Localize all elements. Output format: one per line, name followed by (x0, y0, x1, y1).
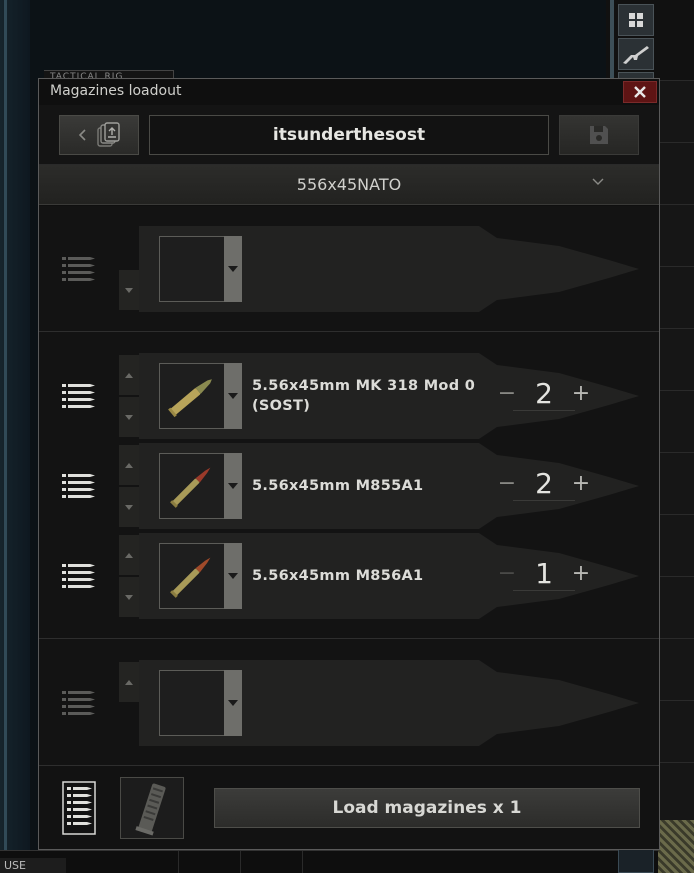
arrow-up-icon (125, 552, 133, 558)
ammo-slot-dropdown[interactable] (224, 236, 242, 302)
caret-down-icon (228, 266, 238, 272)
background-item-tile (658, 820, 694, 873)
presets-icon (97, 122, 120, 147)
dialog-footer: Load magazines x 1 (39, 766, 659, 849)
move-up-button[interactable] (119, 355, 139, 395)
reorder-arrows (119, 660, 139, 746)
reorder-arrows (119, 226, 139, 312)
caret-down-icon (228, 700, 238, 706)
background-inventory-grid (660, 80, 694, 820)
arrow-down-icon (125, 504, 133, 510)
use-tab[interactable]: USE (0, 858, 66, 873)
ammo-slot-empty[interactable] (159, 670, 225, 736)
arrow-up-icon (125, 462, 133, 468)
caret-down-icon (228, 393, 238, 399)
ammo-stack-icon (62, 564, 95, 588)
reorder-arrows (119, 533, 139, 619)
ammo-row-m856a1: 5.56x45mm M856A1 − 1 + (39, 533, 659, 619)
ammo-section-3 (39, 639, 659, 766)
increase-quantity-button[interactable]: + (571, 561, 591, 586)
ammo-slot-dropdown[interactable] (224, 543, 242, 609)
close-icon (634, 86, 646, 98)
dialog-title-bar[interactable]: Magazines loadout (39, 79, 659, 105)
ammo-slot[interactable] (159, 453, 225, 519)
caliber-dropdown[interactable]: 556x45NATO (39, 165, 659, 205)
dialog-title: Magazines loadout (50, 83, 182, 99)
cartridge-icon (168, 379, 212, 418)
reorder-arrows (119, 353, 139, 439)
increase-quantity-button[interactable]: + (571, 381, 591, 406)
arrow-up-icon (125, 372, 133, 378)
cartridge-icon (170, 557, 211, 598)
grid-view-button[interactable] (618, 4, 654, 36)
chevron-left-icon (78, 129, 86, 141)
quantity-value[interactable]: 1 (513, 557, 575, 591)
ammo-slot-empty[interactable] (159, 236, 225, 302)
ammo-row-mk318: 5.56x45mm MK 318 Mod 0 (SOST) − 2 + (39, 353, 659, 439)
caret-down-icon (228, 483, 238, 489)
magazines-loadout-dialog: Magazines loadout itsunderthesost 556x45… (38, 78, 660, 850)
ammo-section-1 (39, 206, 659, 332)
ammo-name: 5.56x45mm M856A1 (252, 568, 424, 584)
arrow-up-icon (125, 679, 133, 685)
close-button[interactable] (623, 81, 657, 103)
ammo-name: 5.56x45mm MK 318 Mod 0 (SOST) (252, 378, 476, 414)
grid-icon (629, 13, 643, 27)
arrow-down-icon (125, 287, 133, 293)
move-down-button[interactable] (119, 270, 139, 310)
ammo-name: 5.56x45mm M855A1 (252, 478, 424, 494)
magazine-loadout-icon (62, 781, 96, 835)
background-item-tile-blue (618, 846, 654, 873)
ammo-slot-dropdown[interactable] (224, 453, 242, 519)
ammo-row-empty (39, 660, 659, 746)
preset-name-field[interactable]: itsunderthesost (149, 115, 549, 155)
ammo-slot-dropdown[interactable] (224, 670, 242, 736)
preset-header: itsunderthesost (39, 105, 659, 165)
ammo-slot-dropdown[interactable] (224, 363, 242, 429)
ammo-row-empty (39, 226, 659, 312)
quantity-value[interactable]: 2 (513, 467, 575, 501)
save-icon (590, 126, 608, 144)
move-up-button[interactable] (119, 445, 139, 485)
ammo-stack-icon (62, 691, 95, 715)
caret-down-icon (228, 573, 238, 579)
background-bottom-cells (178, 851, 368, 873)
arrow-down-icon (125, 414, 133, 420)
move-down-button[interactable] (119, 397, 139, 437)
move-up-button[interactable] (119, 662, 139, 702)
magazine-icon (135, 783, 166, 836)
ammo-section-2: 5.56x45mm MK 318 Mod 0 (SOST) − 2 + 5.56… (39, 332, 659, 639)
magazine-thumbnail[interactable] (120, 777, 184, 839)
ammo-stack-icon (62, 257, 95, 281)
move-down-button[interactable] (119, 577, 139, 617)
rifle-icon (623, 46, 649, 64)
ammo-slot[interactable] (159, 543, 225, 609)
ammo-slot[interactable] (159, 363, 225, 429)
reorder-arrows (119, 443, 139, 529)
arrow-down-icon (125, 594, 133, 600)
ammo-stack-icon (62, 384, 95, 408)
background-left-strip (4, 0, 7, 873)
ammo-row-m855a1: 5.56x45mm M855A1 − 2 + (39, 443, 659, 529)
increase-quantity-button[interactable]: + (571, 471, 591, 496)
move-up-button[interactable] (119, 535, 139, 575)
caliber-label: 556x45NATO (296, 175, 402, 194)
load-magazines-button[interactable]: Load magazines x 1 (214, 788, 640, 828)
weapon-button[interactable] (618, 38, 654, 70)
cartridge-icon (170, 467, 211, 508)
chevron-down-icon (592, 178, 604, 185)
ammo-stack-icon (62, 474, 95, 498)
save-preset-button[interactable] (559, 115, 639, 155)
move-down-button[interactable] (119, 487, 139, 527)
quantity-value[interactable]: 2 (513, 377, 575, 411)
back-presets-button[interactable] (59, 115, 139, 155)
